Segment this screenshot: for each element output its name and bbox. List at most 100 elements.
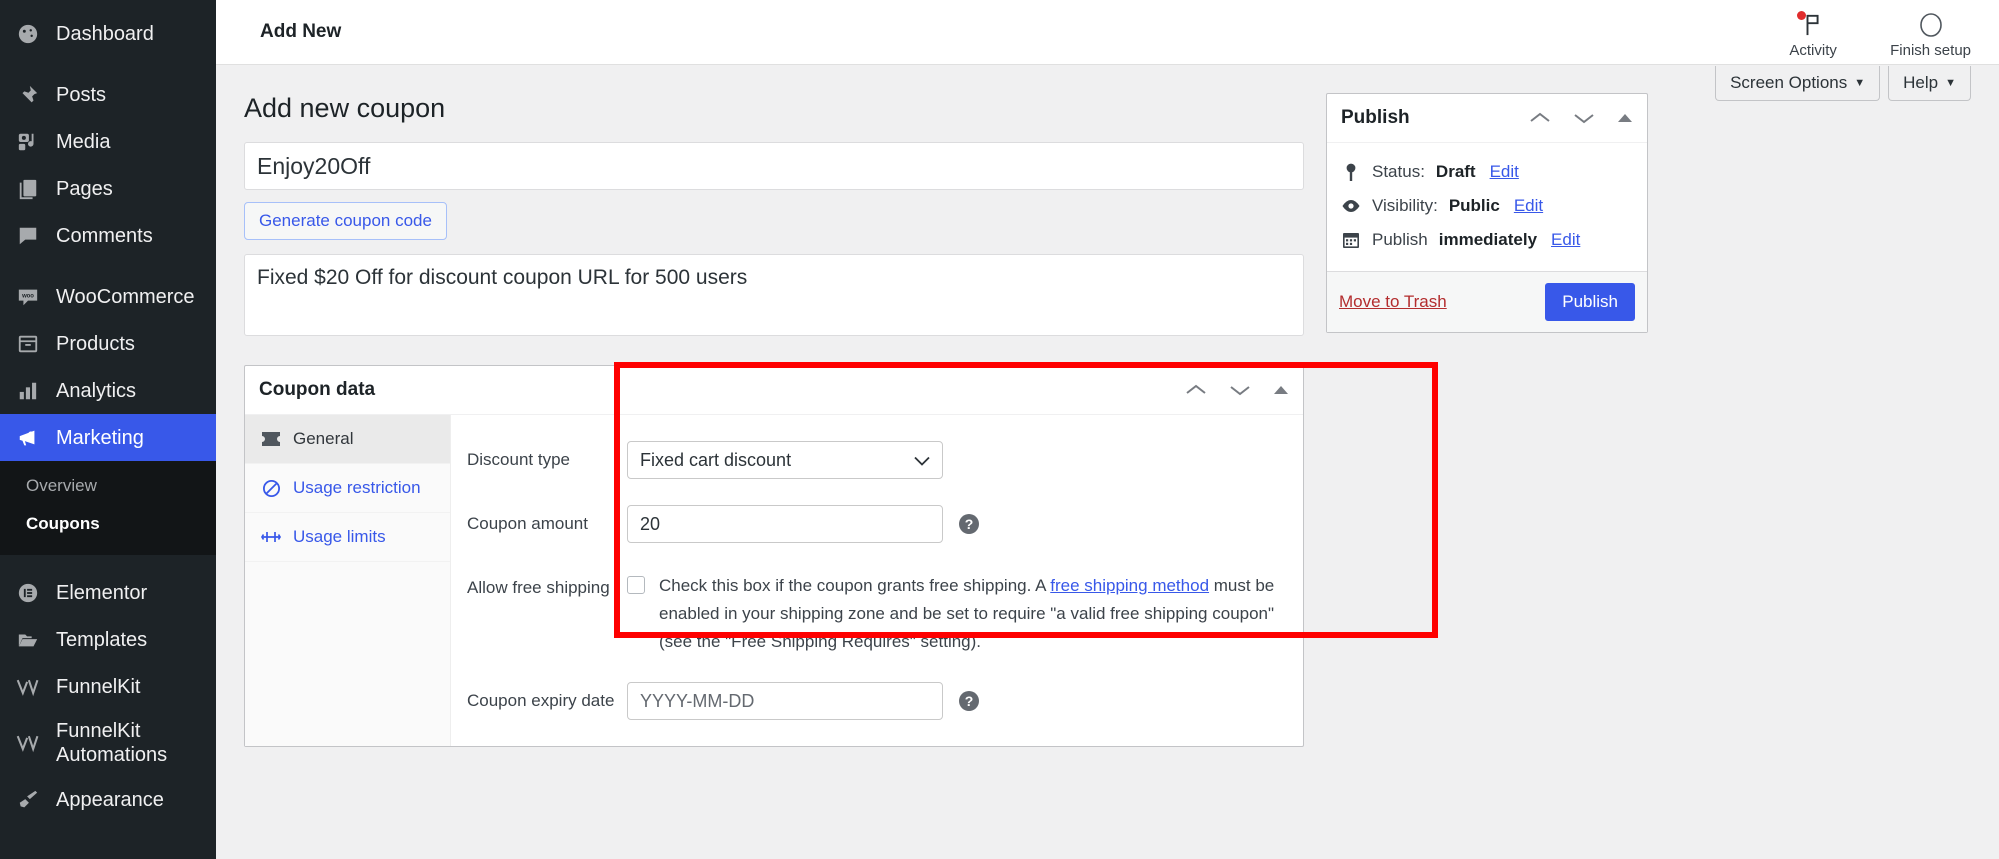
sidebar-item-marketing[interactable]: Marketing [0, 414, 216, 461]
toggle-panel-icon[interactable] [1617, 112, 1633, 124]
sidebar-label: FunnelKit [56, 675, 141, 698]
products-icon [14, 330, 42, 358]
move-up-icon[interactable] [1185, 383, 1207, 397]
sidebar-item-funnelkit-automations[interactable]: FunnelKit Automations [0, 710, 216, 776]
visibility-edit-link[interactable]: Edit [1514, 196, 1543, 216]
sidebar-item-templates[interactable]: Templates [0, 616, 216, 663]
coupon-data-header: Coupon data [245, 366, 1303, 415]
free-shipping-text-part1: Check this box if the coupon grants free… [659, 576, 1051, 595]
tab-label: Usage limits [293, 527, 386, 546]
finish-setup-button[interactable]: Finish setup [1890, 10, 1971, 59]
sidebar-label: Pages [56, 177, 113, 200]
megaphone-icon [14, 424, 42, 452]
sidebar-label: Dashboard [56, 22, 154, 45]
status-label: Status: [1372, 162, 1425, 181]
sidebar-label: WooCommerce [56, 285, 195, 308]
coupon-code-input[interactable] [244, 142, 1304, 190]
coupon-amount-input[interactable] [627, 505, 943, 543]
admin-bar: Add New Activity Finish setup [216, 0, 1999, 65]
pin-marker-icon [1341, 163, 1361, 182]
publish-status-row: Status: Draft Edit [1341, 155, 1633, 189]
sidebar-item-products[interactable]: Products [0, 320, 216, 367]
tab-label: General [293, 429, 354, 448]
sidebar-item-analytics[interactable]: Analytics [0, 367, 216, 414]
status-edit-link[interactable]: Edit [1490, 162, 1519, 182]
sidebar-item-posts[interactable]: Posts [0, 71, 216, 118]
pin-icon [14, 81, 42, 109]
sidebar-item-comments[interactable]: Comments [0, 212, 216, 259]
activity-button[interactable]: Activity [1776, 10, 1850, 59]
calendar-icon [1341, 231, 1361, 249]
field-row-free-shipping: Allow free shipping Check this box if th… [467, 569, 1285, 656]
submenu-label: Coupons [26, 514, 100, 533]
page-heading-addnew: Add New [260, 21, 342, 42]
primary-column: Add new coupon Generate coupon code Fixe… [244, 93, 1304, 748]
field-row-expiry-date: Coupon expiry date ? [467, 682, 1285, 721]
sidebar-item-media[interactable]: Media [0, 118, 216, 165]
progress-circle-icon [1918, 10, 1944, 40]
finish-setup-label: Finish setup [1890, 41, 1971, 59]
sidebar-item-pages[interactable]: Pages [0, 165, 216, 212]
discount-type-value: Fixed cart discount [640, 449, 792, 470]
schedule-value: immediately [1438, 230, 1538, 249]
sidebar-divider [0, 57, 216, 71]
content-area: Add new coupon Generate coupon code Fixe… [216, 65, 1999, 748]
limits-icon [261, 529, 281, 545]
help-label: Help [1903, 73, 1939, 92]
tab-usage-restriction[interactable]: Usage restriction [245, 464, 450, 513]
coupon-expiry-input[interactable] [627, 682, 943, 721]
sidebar-column: Publish Status: Draft Edit Visibility: P… [1326, 93, 1648, 747]
free-shipping-label: Allow free shipping [467, 578, 610, 597]
activity-label: Activity [1789, 41, 1837, 59]
tab-usage-limits[interactable]: Usage limits [245, 513, 450, 562]
sidebar-subitem-overview[interactable]: Overview [0, 467, 216, 505]
free-shipping-checkbox[interactable] [627, 576, 645, 594]
chevron-down-icon [914, 450, 930, 471]
tab-general[interactable]: General [245, 415, 450, 464]
general-panel: Discount type Fixed cart discount Coupon… [451, 415, 1303, 746]
sidebar-item-woocommerce[interactable]: woo WooCommerce [0, 273, 216, 320]
media-icon [14, 128, 42, 156]
discount-type-select[interactable]: Fixed cart discount [627, 441, 943, 479]
publish-button[interactable]: Publish [1545, 283, 1635, 321]
sidebar-item-dashboard[interactable]: Dashboard [0, 10, 216, 57]
publish-postbox: Publish Status: Draft Edit Visibility: P… [1326, 93, 1648, 333]
help-tip-icon[interactable]: ? [959, 691, 979, 712]
visibility-label: Visibility: [1372, 196, 1438, 215]
notification-dot [1797, 10, 1807, 20]
help-tip-icon[interactable]: ? [959, 514, 979, 534]
funnelkit-icon [14, 673, 42, 701]
postbox-controls [1185, 383, 1289, 397]
sidebar-item-funnelkit[interactable]: FunnelKit [0, 663, 216, 710]
publish-controls [1529, 111, 1633, 125]
coupon-expiry-label: Coupon expiry date [467, 691, 615, 711]
move-to-trash-link[interactable]: Move to Trash [1339, 292, 1447, 312]
chevron-down-icon: ▼ [1945, 77, 1956, 89]
publish-visibility-row: Visibility: Public Edit [1341, 189, 1633, 223]
sidebar-label: Analytics [56, 379, 137, 402]
schedule-edit-link[interactable]: Edit [1551, 230, 1580, 250]
sidebar-label: FunnelKit Automations [56, 720, 168, 766]
toggle-panel-icon[interactable] [1273, 384, 1289, 396]
free-shipping-method-link[interactable]: free shipping method [1050, 576, 1209, 595]
sidebar-item-appearance[interactable]: Appearance [0, 776, 216, 823]
admin-sidebar: Dashboard Posts Media Pages Comments woo… [0, 0, 216, 859]
sidebar-item-elementor[interactable]: Elementor [0, 569, 216, 616]
woocommerce-icon: woo [14, 283, 42, 311]
svg-text:woo: woo [21, 293, 34, 299]
eye-icon [1341, 199, 1361, 213]
sidebar-label: Templates [56, 628, 148, 651]
move-down-icon[interactable] [1573, 111, 1595, 125]
pages-icon [14, 175, 42, 203]
generate-coupon-code-button[interactable]: Generate coupon code [244, 202, 447, 240]
screen-options-button[interactable]: Screen Options ▼ [1715, 66, 1881, 101]
field-row-discount-type: Discount type Fixed cart discount [467, 441, 1285, 479]
sidebar-label: Media [56, 130, 111, 153]
help-button[interactable]: Help ▼ [1888, 66, 1971, 101]
move-down-icon[interactable] [1229, 383, 1251, 397]
chevron-down-icon: ▼ [1854, 77, 1866, 89]
sidebar-subitem-coupons[interactable]: Coupons [0, 505, 216, 543]
screen-meta-tabs: Screen Options ▼ Help ▼ [1707, 66, 1971, 101]
move-up-icon[interactable] [1529, 111, 1551, 125]
coupon-description-textarea[interactable]: Fixed $20 Off for discount coupon URL fo… [244, 254, 1304, 336]
